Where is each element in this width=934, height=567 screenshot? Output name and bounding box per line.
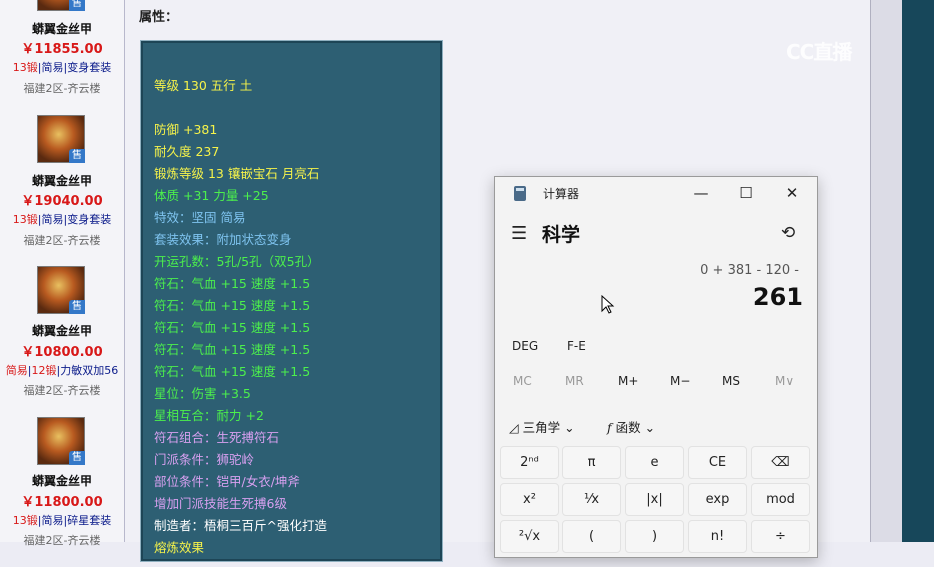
listing-column: 售 蟒翼金丝甲 ￥11855.00 13锻|简易|变身套装 福建2区-齐云楼 售… (0, 0, 125, 547)
second-button[interactable]: 2ⁿᵈ (500, 446, 559, 479)
attr-line: 制造者：梧桐三百斤^强化打造 (154, 518, 327, 533)
trig-label: 三角学 (522, 420, 561, 435)
item-price: ￥11800.00 (21, 495, 103, 510)
attr-line: 星相互合：耐力 +2 (154, 408, 264, 423)
item-price: ￥10800.00 (21, 345, 103, 360)
attr-line: 符石：气血 +15 速度 +1.5 (154, 342, 311, 357)
attributes-label: 属性： (139, 10, 179, 25)
item-server: 福建2区-齐云楼 (23, 534, 101, 547)
attr-line: 符石：气血 +15 速度 +1.5 (154, 364, 311, 379)
item-thumbnail[interactable]: 售 (37, 417, 85, 465)
item-tags: 13锻|简易|碎星套装 (12, 514, 112, 527)
item-price: ￥11855.00 (21, 42, 103, 57)
item-thumbnail[interactable]: 售 (37, 0, 85, 11)
item-server: 福建2区-齐云楼 (23, 234, 101, 247)
item-name[interactable]: 蟒翼金丝甲 (0, 322, 124, 339)
listing-item[interactable]: 售 蟒翼金丝甲 ￥11800.00 13锻|简易|碎星套装 福建2区-齐云楼 (0, 417, 124, 567)
divide-button[interactable]: ÷ (751, 520, 810, 553)
function-dropdown[interactable]: f 函数 ⌄ (607, 417, 655, 436)
attr-line: 套装效果：附加状态变身 (154, 232, 292, 247)
attr-line: 门派条件：狮驼岭 (154, 452, 255, 467)
mouse-cursor-icon (601, 295, 615, 314)
maximize-button[interactable]: ☐ (723, 177, 769, 209)
sale-badge: 售 (69, 300, 85, 314)
history-icon[interactable]: ⟲ (781, 223, 795, 243)
attr-line: 符石：气血 +15 速度 +1.5 (154, 276, 311, 291)
sale-badge: 售 (69, 149, 85, 163)
item-server: 福建2区-齐云楼 (23, 384, 101, 397)
sqrt-button[interactable]: ²√x (500, 520, 559, 553)
open-paren-button[interactable]: ( (562, 520, 621, 553)
item-thumbnail[interactable]: 售 (37, 266, 85, 314)
fe-toggle[interactable]: F-E (567, 339, 586, 353)
square-button[interactable]: x² (500, 483, 559, 516)
ms-button[interactable]: MS (722, 374, 740, 388)
attr-line: 符石：气血 +15 速度 +1.5 (154, 298, 311, 313)
item-price: ￥19040.00 (21, 194, 103, 209)
e-button[interactable]: e (625, 446, 684, 479)
side-panel (902, 0, 934, 542)
minimize-button[interactable]: — (678, 177, 724, 209)
deg-toggle[interactable]: DEG (512, 339, 538, 353)
attr-line: 防御 +381 (154, 122, 218, 137)
attr-line: 锻炼等级 13 镶嵌宝石 月亮石 (154, 166, 320, 181)
mod-button[interactable]: mod (751, 483, 810, 516)
hamburger-menu-icon[interactable]: ☰ (511, 223, 527, 244)
scrollbar-track[interactable] (870, 0, 903, 542)
window-title: 计算器 (543, 187, 580, 201)
mc-button[interactable]: MC (513, 374, 532, 388)
sale-badge: 售 (69, 0, 85, 11)
item-name[interactable]: 蟒翼金丝甲 (0, 172, 124, 189)
sale-badge: 售 (69, 451, 85, 465)
listing-item[interactable]: 售 蟒翼金丝甲 ￥19040.00 13锻|简易|变身套装 福建2区-齐云楼 (0, 115, 124, 265)
attributes-panel: 等级 130 五行 土 防御 +381 耐久度 237 锻炼等级 13 镶嵌宝石… (140, 40, 443, 562)
abs-button[interactable]: |x| (625, 483, 684, 516)
listing-item[interactable]: 售 蟒翼金丝甲 ￥11855.00 13锻|简易|变身套装 福建2区-齐云楼 (0, 0, 124, 113)
backspace-button[interactable]: ⌫ (751, 446, 810, 479)
attr-line: 增加门派技能生死搏6级 (154, 496, 287, 511)
attr-line: 符石：气血 +15 速度 +1.5 (154, 320, 311, 335)
expression-display: 0 + 381 - 120 - (700, 263, 799, 278)
memory-list-button[interactable]: M∨ (775, 374, 794, 388)
m-plus-button[interactable]: M+ (618, 374, 638, 388)
item-tags: 简易|12锻|力敏双加56 (5, 364, 119, 377)
attr-line: 体质 +31 力量 +25 (154, 188, 269, 203)
item-tags: 13锻|简易|变身套装 (12, 213, 112, 226)
func-label: 函数 (615, 420, 641, 435)
item-name[interactable]: 蟒翼金丝甲 (0, 472, 124, 489)
listing-item[interactable]: 售 蟒翼金丝甲 ￥10800.00 简易|12锻|力敏双加56 福建2区-齐云楼 (0, 266, 124, 416)
item-thumbnail[interactable]: 售 (37, 115, 85, 163)
item-name[interactable]: 蟒翼金丝甲 (0, 20, 124, 37)
attr-line: 耐久度 237 (154, 144, 220, 159)
triangle-icon: ◿ (509, 420, 519, 435)
ce-button[interactable]: CE (688, 446, 747, 479)
trigonometry-dropdown[interactable]: ◿ 三角学 ⌄ (509, 417, 575, 436)
chevron-down-icon: ⌄ (564, 420, 575, 435)
attr-line: 等级 130 五行 土 (154, 78, 253, 93)
watermark-logo: CC直播 (786, 40, 852, 64)
attr-line: 部位条件：铠甲/女衣/坤斧 (154, 474, 300, 489)
m-minus-button[interactable]: M− (670, 374, 690, 388)
close-paren-button[interactable]: ) (625, 520, 684, 553)
attr-line: 符石组合：生死搏符石 (154, 430, 280, 445)
mr-button[interactable]: MR (565, 374, 584, 388)
attr-line: 开运孔数：5孔/5孔（双5孔） (154, 254, 320, 269)
item-tags: 13锻|简易|变身套装 (12, 61, 112, 74)
reciprocal-button[interactable]: ¹⁄x (562, 483, 621, 516)
calculator-app-icon (514, 186, 526, 201)
pi-button[interactable]: π (562, 446, 621, 479)
result-display: 261 (752, 283, 803, 311)
item-server: 福建2区-齐云楼 (23, 82, 101, 95)
attr-line: 星位：伤害 +3.5 (154, 386, 251, 401)
chevron-down-icon: ⌄ (644, 420, 656, 435)
function-icon: f (607, 420, 612, 435)
close-button[interactable]: ✕ (769, 177, 815, 209)
factorial-button[interactable]: n! (688, 520, 747, 553)
attr-line: 熔炼效果 (154, 540, 205, 555)
calculator-window[interactable]: 计算器 — ☐ ✕ ☰ 科学 ⟲ 0 + 381 - 120 - 261 DEG… (494, 176, 818, 558)
calculator-mode: 科学 (542, 224, 581, 246)
attr-line: 特效：坚固 简易 (154, 210, 246, 225)
exp-button[interactable]: exp (688, 483, 747, 516)
